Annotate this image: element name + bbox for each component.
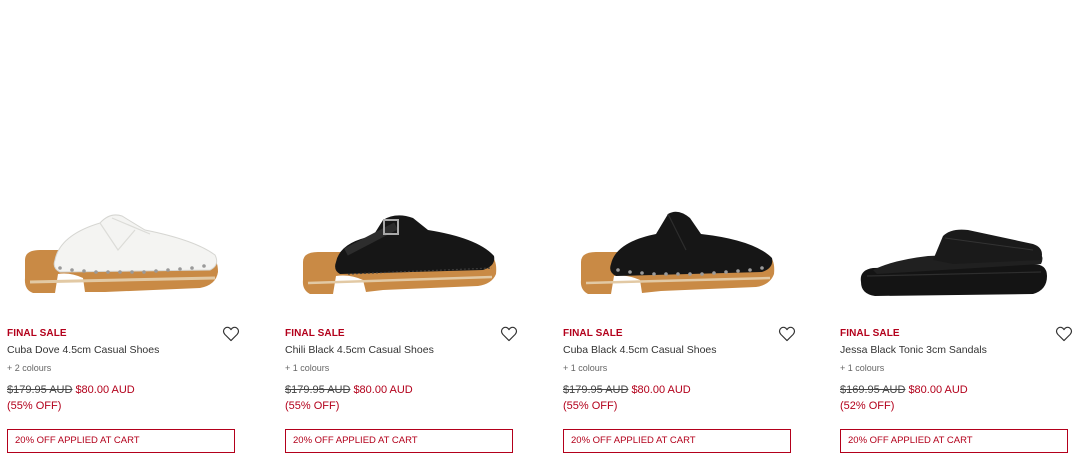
final-sale-badge: FINAL SALE xyxy=(840,328,900,339)
colour-count[interactable]: + 1 colours xyxy=(285,363,329,373)
price-block: $179.95 AUD $80.00 AUD xyxy=(285,384,413,396)
price-block: $179.95 AUD $80.00 AUD xyxy=(7,384,135,396)
final-sale-badge: FINAL SALE xyxy=(7,328,67,339)
promo-banner: 20% OFF APPLIED AT CART xyxy=(840,429,1068,453)
original-price: $169.95 AUD xyxy=(840,384,906,396)
product-card: FINAL SALE Jessa Black Tonic 3cm Sandals… xyxy=(833,0,1073,467)
sale-price: $80.00 AUD xyxy=(353,384,413,396)
original-price: $179.95 AUD xyxy=(563,384,629,396)
original-price: $179.95 AUD xyxy=(7,384,73,396)
product-name[interactable]: Cuba Dove 4.5cm Casual Shoes xyxy=(7,344,159,356)
promo-banner: 20% OFF APPLIED AT CART xyxy=(7,429,235,453)
heart-outline-icon[interactable] xyxy=(222,326,240,342)
discount-percentage: (55% OFF) xyxy=(285,400,340,412)
price-block: $169.95 AUD $80.00 AUD xyxy=(840,384,968,396)
heart-outline-icon[interactable] xyxy=(778,326,796,342)
promo-banner: 20% OFF APPLIED AT CART xyxy=(563,429,791,453)
product-name[interactable]: Cuba Black 4.5cm Casual Shoes xyxy=(563,344,717,356)
heart-outline-icon[interactable] xyxy=(500,326,518,342)
discount-percentage: (55% OFF) xyxy=(7,400,62,412)
product-card: FINAL SALE Cuba Black 4.5cm Casual Shoes… xyxy=(556,0,796,467)
product-image-cuba-dove[interactable] xyxy=(0,190,240,315)
colour-count[interactable]: + 1 colours xyxy=(563,363,607,373)
price-block: $179.95 AUD $80.00 AUD xyxy=(563,384,691,396)
sale-price: $80.00 AUD xyxy=(75,384,135,396)
heart-outline-icon[interactable] xyxy=(1055,326,1073,342)
product-grid: FINAL SALE Cuba Dove 4.5cm Casual Shoes … xyxy=(0,0,1080,467)
promo-banner: 20% OFF APPLIED AT CART xyxy=(285,429,513,453)
product-card: FINAL SALE Chili Black 4.5cm Casual Shoe… xyxy=(278,0,518,467)
sale-price: $80.00 AUD xyxy=(631,384,691,396)
discount-percentage: (52% OFF) xyxy=(840,400,895,412)
colour-count[interactable]: + 1 colours xyxy=(840,363,884,373)
product-image-cuba-black[interactable] xyxy=(556,190,796,315)
product-card: FINAL SALE Cuba Dove 4.5cm Casual Shoes … xyxy=(0,0,240,467)
sale-price: $80.00 AUD xyxy=(908,384,968,396)
original-price: $179.95 AUD xyxy=(285,384,351,396)
final-sale-badge: FINAL SALE xyxy=(285,328,345,339)
product-image-jessa-black[interactable] xyxy=(833,190,1073,315)
discount-percentage: (55% OFF) xyxy=(563,400,618,412)
final-sale-badge: FINAL SALE xyxy=(563,328,623,339)
product-image-chili-black[interactable] xyxy=(278,190,518,315)
product-name[interactable]: Chili Black 4.5cm Casual Shoes xyxy=(285,344,434,356)
colour-count[interactable]: + 2 colours xyxy=(7,363,51,373)
product-name[interactable]: Jessa Black Tonic 3cm Sandals xyxy=(840,344,987,356)
